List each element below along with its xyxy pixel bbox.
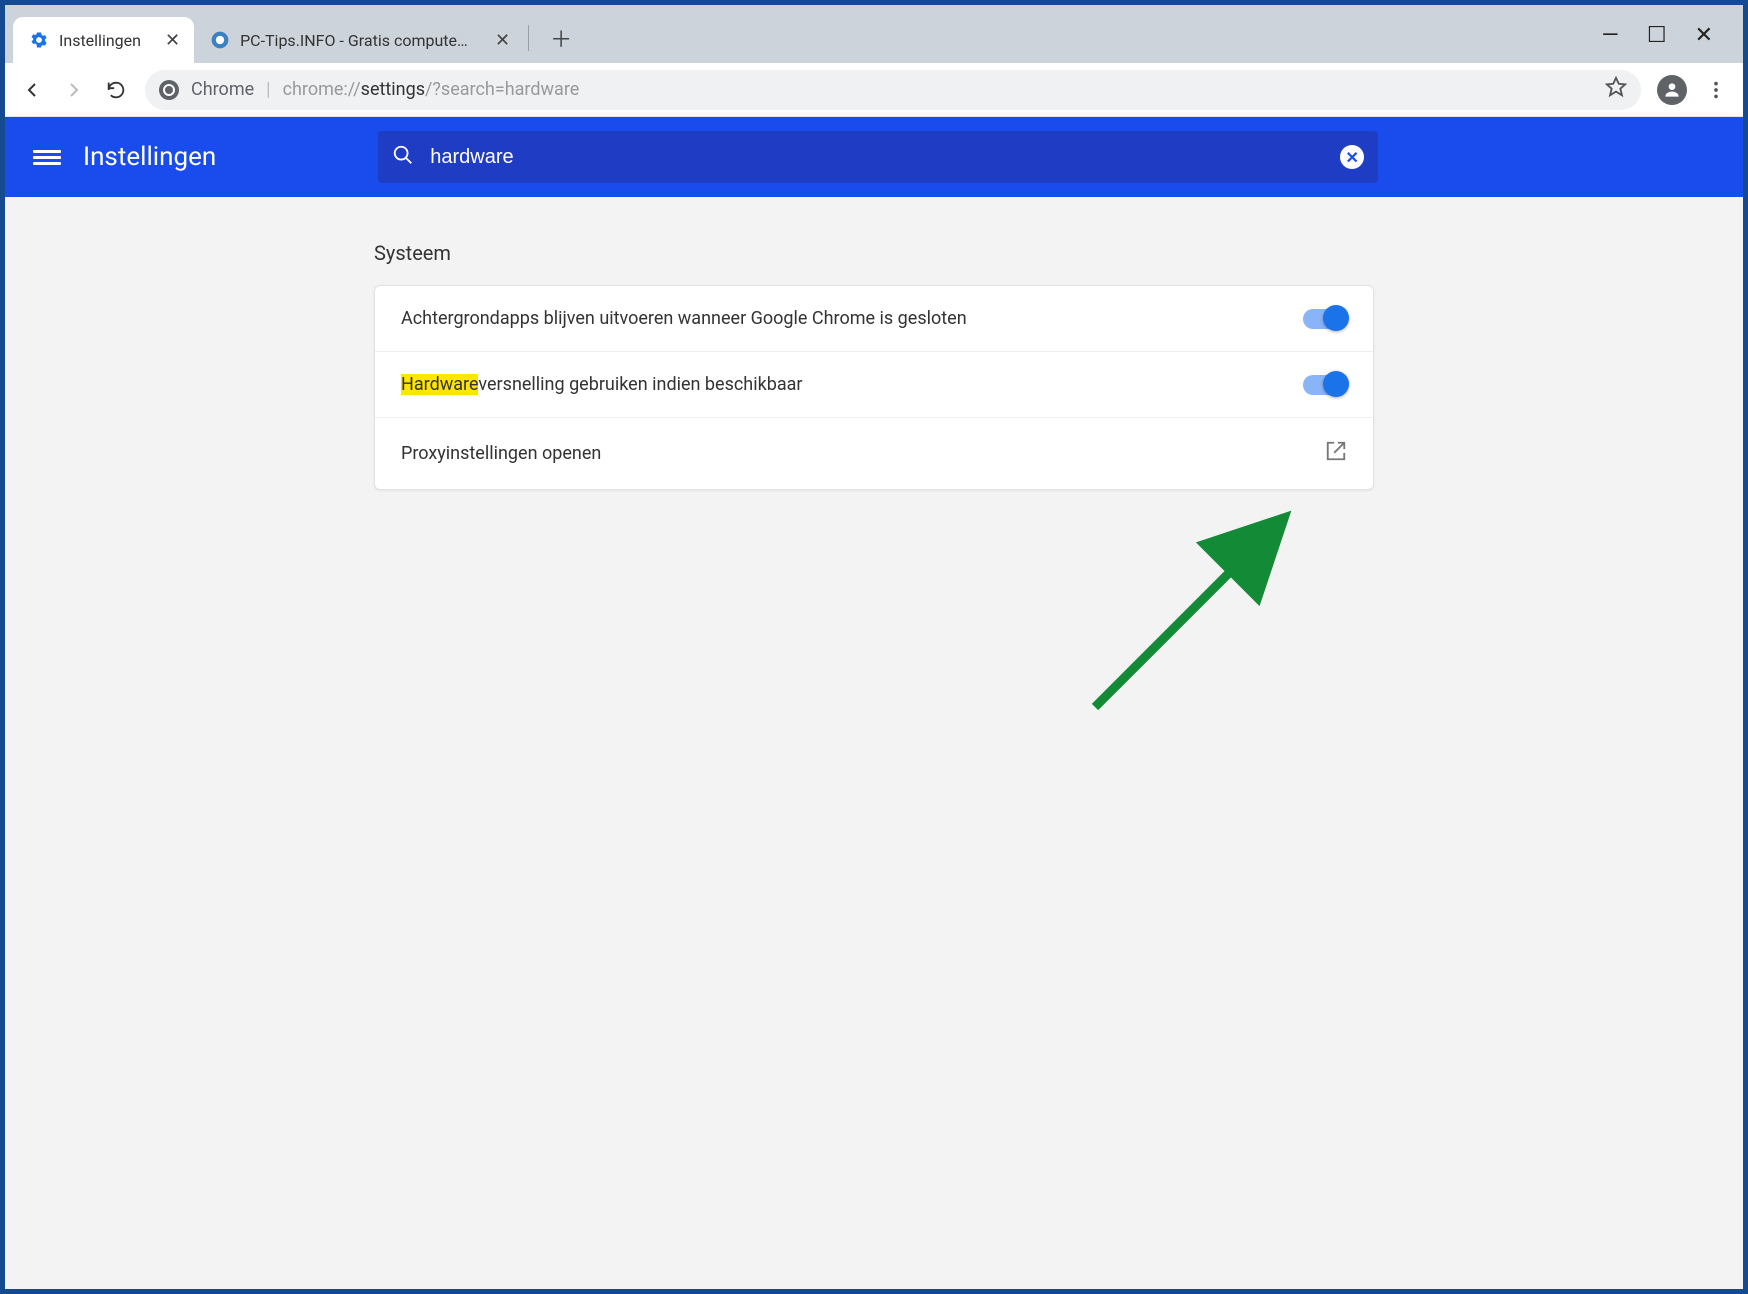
address-protocol: Chrome xyxy=(191,79,254,100)
settings-header: Instellingen ✕ xyxy=(5,117,1743,197)
profile-icon[interactable] xyxy=(1657,75,1687,105)
toggle-hardware-acceleration[interactable] xyxy=(1303,375,1347,395)
chrome-icon xyxy=(159,80,179,100)
tab-close-icon[interactable]: ✕ xyxy=(495,30,510,51)
settings-card: Achtergrondapps blijven uitvoeren wannee… xyxy=(374,285,1374,490)
row-label: Proxyinstellingen openen xyxy=(401,443,601,464)
window-controls: — ☐ ✕ xyxy=(1602,13,1735,48)
tab-pctips[interactable]: PC-Tips.INFO - Gratis computer t ✕ xyxy=(194,17,524,63)
section-title: Systeem xyxy=(374,241,1374,265)
hamburger-menu-icon[interactable] xyxy=(33,147,61,167)
clear-search-icon[interactable]: ✕ xyxy=(1340,145,1364,169)
search-highlight: Hardware xyxy=(401,374,478,395)
section-system: Systeem Achtergrondapps blijven uitvoere… xyxy=(374,241,1374,490)
row-hardware-acceleration[interactable]: Hardwareversnelling gebruiken indien bes… xyxy=(375,352,1373,418)
row-label: Achtergrondapps blijven uitvoeren wannee… xyxy=(401,308,967,329)
address-bar[interactable]: Chrome | chrome://settings/?search=hardw… xyxy=(145,70,1641,110)
address-url: chrome://settings/?search=hardware xyxy=(283,79,1593,100)
row-background-apps[interactable]: Achtergrondapps blijven uitvoeren wannee… xyxy=(375,286,1373,352)
close-window-icon[interactable]: ✕ xyxy=(1695,23,1713,48)
site-icon xyxy=(210,30,230,50)
bookmark-star-icon[interactable] xyxy=(1605,76,1627,103)
browser-tab-strip: Instellingen ✕ PC-Tips.INFO - Gratis com… xyxy=(5,5,1743,63)
external-link-icon xyxy=(1325,440,1347,467)
settings-content: Systeem Achtergrondapps blijven uitvoere… xyxy=(5,197,1743,1289)
row-proxy-settings[interactable]: Proxyinstellingen openen xyxy=(375,418,1373,489)
tab-settings[interactable]: Instellingen ✕ xyxy=(13,17,194,63)
settings-search-input[interactable] xyxy=(430,146,1324,169)
address-separator: | xyxy=(266,79,270,100)
browser-toolbar: Chrome | chrome://settings/?search=hardw… xyxy=(5,63,1743,117)
new-tab-button[interactable]: ＋ xyxy=(543,20,579,56)
kebab-menu-icon[interactable] xyxy=(1703,77,1729,103)
tab-close-icon[interactable]: ✕ xyxy=(165,30,180,51)
reload-button[interactable] xyxy=(103,77,129,103)
toggle-background-apps[interactable] xyxy=(1303,309,1347,329)
tab-title: Instellingen xyxy=(59,31,141,50)
tab-separator xyxy=(528,25,529,51)
tab-title: PC-Tips.INFO - Gratis computer t xyxy=(240,31,471,50)
forward-button[interactable] xyxy=(61,77,87,103)
gear-icon xyxy=(29,30,49,50)
minimize-icon[interactable]: — xyxy=(1602,23,1619,48)
page-title: Instellingen xyxy=(83,142,216,172)
maximize-icon[interactable]: ☐ xyxy=(1647,23,1667,48)
annotation-arrow xyxy=(1085,497,1315,717)
row-label: Hardwareversnelling gebruiken indien bes… xyxy=(401,374,803,395)
settings-search-bar[interactable]: ✕ xyxy=(378,131,1378,183)
search-icon xyxy=(392,144,414,170)
back-button[interactable] xyxy=(19,77,45,103)
